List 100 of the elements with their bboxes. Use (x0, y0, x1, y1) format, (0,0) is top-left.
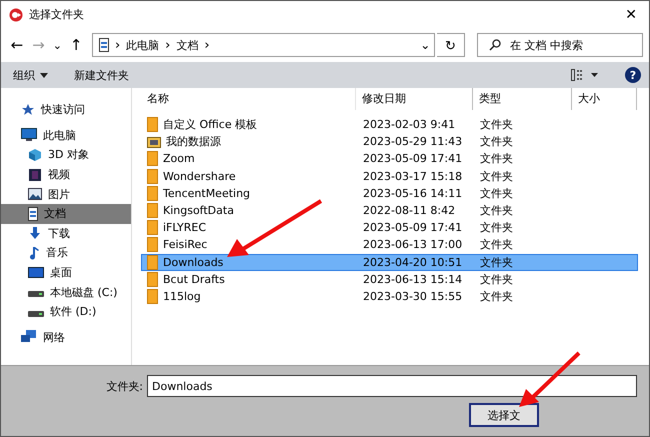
folder-icon (147, 220, 158, 236)
cube-icon (28, 148, 42, 162)
folder-icon (147, 117, 158, 132)
file-row[interactable]: Bcut Drafts 2023-06-13 15:14 文件夹 (141, 270, 638, 288)
file-type: 文件夹 (479, 272, 514, 287)
sidebar-item[interactable]: 此电脑 (1, 126, 131, 146)
sidebar-item[interactable]: 快速访问 (1, 100, 131, 120)
file-row[interactable]: KingsoftData 2022-08-11 8:42 文件夹 (141, 202, 638, 220)
folder-icon (147, 168, 158, 184)
folder-label: 文件夹: (106, 378, 143, 394)
file-type: 文件夹 (479, 117, 514, 132)
file-row[interactable]: Zoom 2023-05-09 17:41 文件夹 (141, 150, 638, 168)
search-field[interactable]: 在 文档 中搜索 (476, 33, 643, 57)
modified-date: 2023-05-09 17:41 (362, 221, 464, 234)
file-name: 我的数据源 (166, 134, 221, 150)
file-type: 文件夹 (479, 203, 514, 218)
column-header[interactable]: 修改日期 (356, 88, 473, 110)
up-button[interactable]: ↑ (66, 36, 86, 54)
download-arrow-icon (28, 226, 42, 240)
back-button[interactable]: ← (7, 36, 27, 54)
sidebar-item[interactable]: 桌面 (1, 262, 131, 282)
window-title: 选择文件夹 (29, 7, 84, 22)
caret-icon (40, 72, 48, 78)
sidebar-item[interactable]: 下载 (1, 224, 131, 244)
file-row[interactable]: 自定义 Office 模板 2023-02-03 9:41 文件夹 (141, 116, 638, 134)
file-row[interactable]: Downloads 2023-04-20 10:51 文件夹 (141, 254, 638, 271)
column-header[interactable]: 大小 (572, 88, 637, 110)
file-name: TencentMeeting (163, 186, 250, 200)
file-type: 文件夹 (479, 237, 514, 252)
view-options-icon[interactable] (571, 69, 599, 81)
breadcrumb[interactable]: 此电脑 (126, 38, 160, 52)
folder-name-field[interactable]: Downloads (147, 375, 637, 397)
folder-icon (147, 272, 158, 287)
file-name: Bcut Drafts (163, 272, 225, 286)
file-row[interactable]: 115log 2023-03-30 15:55 文件夹 (141, 288, 638, 306)
file-type: 文件夹 (479, 220, 514, 236)
folder-icon (147, 254, 158, 270)
close-button[interactable]: ✕ (621, 6, 641, 22)
refresh-button[interactable]: ↻ (437, 33, 465, 57)
folder-icon (147, 237, 158, 252)
file-type: 文件夹 (479, 151, 514, 166)
recent-locations-button[interactable]: ⌄ (50, 38, 64, 52)
breadcrumb[interactable]: 文档 (176, 38, 198, 52)
folder-icon (147, 203, 158, 218)
sidebar-item[interactable]: 软件 (D:) (1, 302, 131, 322)
file-row[interactable]: 我的数据源 2023-05-29 11:43 文件夹 (141, 133, 638, 150)
address-dropdown[interactable]: ⌄ (420, 38, 430, 52)
select-folder-button[interactable]: 选择文 (469, 403, 539, 427)
music-note-icon (28, 246, 40, 260)
file-name: KingsoftData (163, 204, 234, 218)
file-name: 115log (163, 290, 201, 303)
sidebar-item[interactable]: 3D 对象 (1, 145, 131, 165)
folder-icon (147, 288, 158, 304)
network-icon (21, 330, 37, 344)
film-icon (28, 168, 42, 182)
modified-date: 2023-05-09 17:41 (362, 152, 464, 166)
file-type: 文件夹 (479, 288, 514, 304)
sidebar-item[interactable]: 本地磁盘 (C:) (1, 282, 131, 302)
file-type: 文件夹 (479, 186, 514, 201)
file-type: 文件夹 (479, 254, 514, 270)
document-icon (28, 206, 38, 221)
new-folder-button[interactable]: 新建文件夹 (70, 68, 133, 82)
file-name: 自定义 Office 模板 (163, 117, 258, 132)
modified-date: 2023-03-17 15:18 (362, 170, 464, 183)
sidebar-item[interactable]: 视频 (1, 164, 131, 184)
file-row[interactable]: FeisiRec 2023-06-13 17:00 文件夹 (141, 236, 638, 254)
column-header[interactable]: 类型 (473, 88, 572, 110)
folder-icon (147, 151, 158, 166)
desktop-icon (28, 266, 44, 279)
modified-date: 2023-06-13 15:14 (362, 272, 464, 286)
address-bar[interactable]: › 此电脑 › 文档 › ⌄ (92, 33, 436, 57)
column-header[interactable]: 名称 (141, 88, 356, 110)
modified-date: 2023-05-16 14:11 (362, 186, 464, 200)
modified-date: 2023-06-13 17:00 (362, 238, 464, 252)
file-name: iFLYREC (163, 221, 206, 234)
file-name: Zoom (163, 152, 195, 166)
search-icon (488, 39, 501, 51)
modified-date: 2022-08-11 8:42 (362, 204, 456, 218)
sidebar-item[interactable]: 文档 (1, 204, 131, 224)
file-name: Wondershare (163, 170, 236, 183)
annotation-arrow (517, 349, 583, 409)
path-separator: › (114, 38, 120, 52)
image-icon (28, 188, 42, 200)
sidebar-item[interactable]: 音乐 (1, 243, 131, 263)
sidebar-item[interactable]: 网络 (1, 328, 131, 348)
file-name: FeisiRec (163, 238, 208, 252)
star-icon (21, 102, 35, 117)
file-name: Downloads (163, 256, 224, 269)
document-icon (98, 38, 109, 52)
modified-date: 2023-03-30 15:55 (362, 290, 464, 303)
file-row[interactable]: iFLYREC 2023-05-09 17:41 文件夹 (141, 219, 638, 236)
modified-date: 2023-02-03 9:41 (362, 118, 456, 132)
file-row[interactable]: Wondershare 2023-03-17 15:18 文件夹 (141, 168, 638, 185)
folder-icon (147, 186, 158, 201)
organize-button[interactable]: 组织 (9, 68, 52, 82)
sidebar-item[interactable]: 图片 (1, 184, 131, 204)
help-button[interactable]: ? (625, 67, 641, 83)
app-logo-icon (9, 8, 23, 22)
file-row[interactable]: TencentMeeting 2023-05-16 14:11 文件夹 (141, 184, 638, 202)
file-type: 文件夹 (479, 168, 514, 184)
